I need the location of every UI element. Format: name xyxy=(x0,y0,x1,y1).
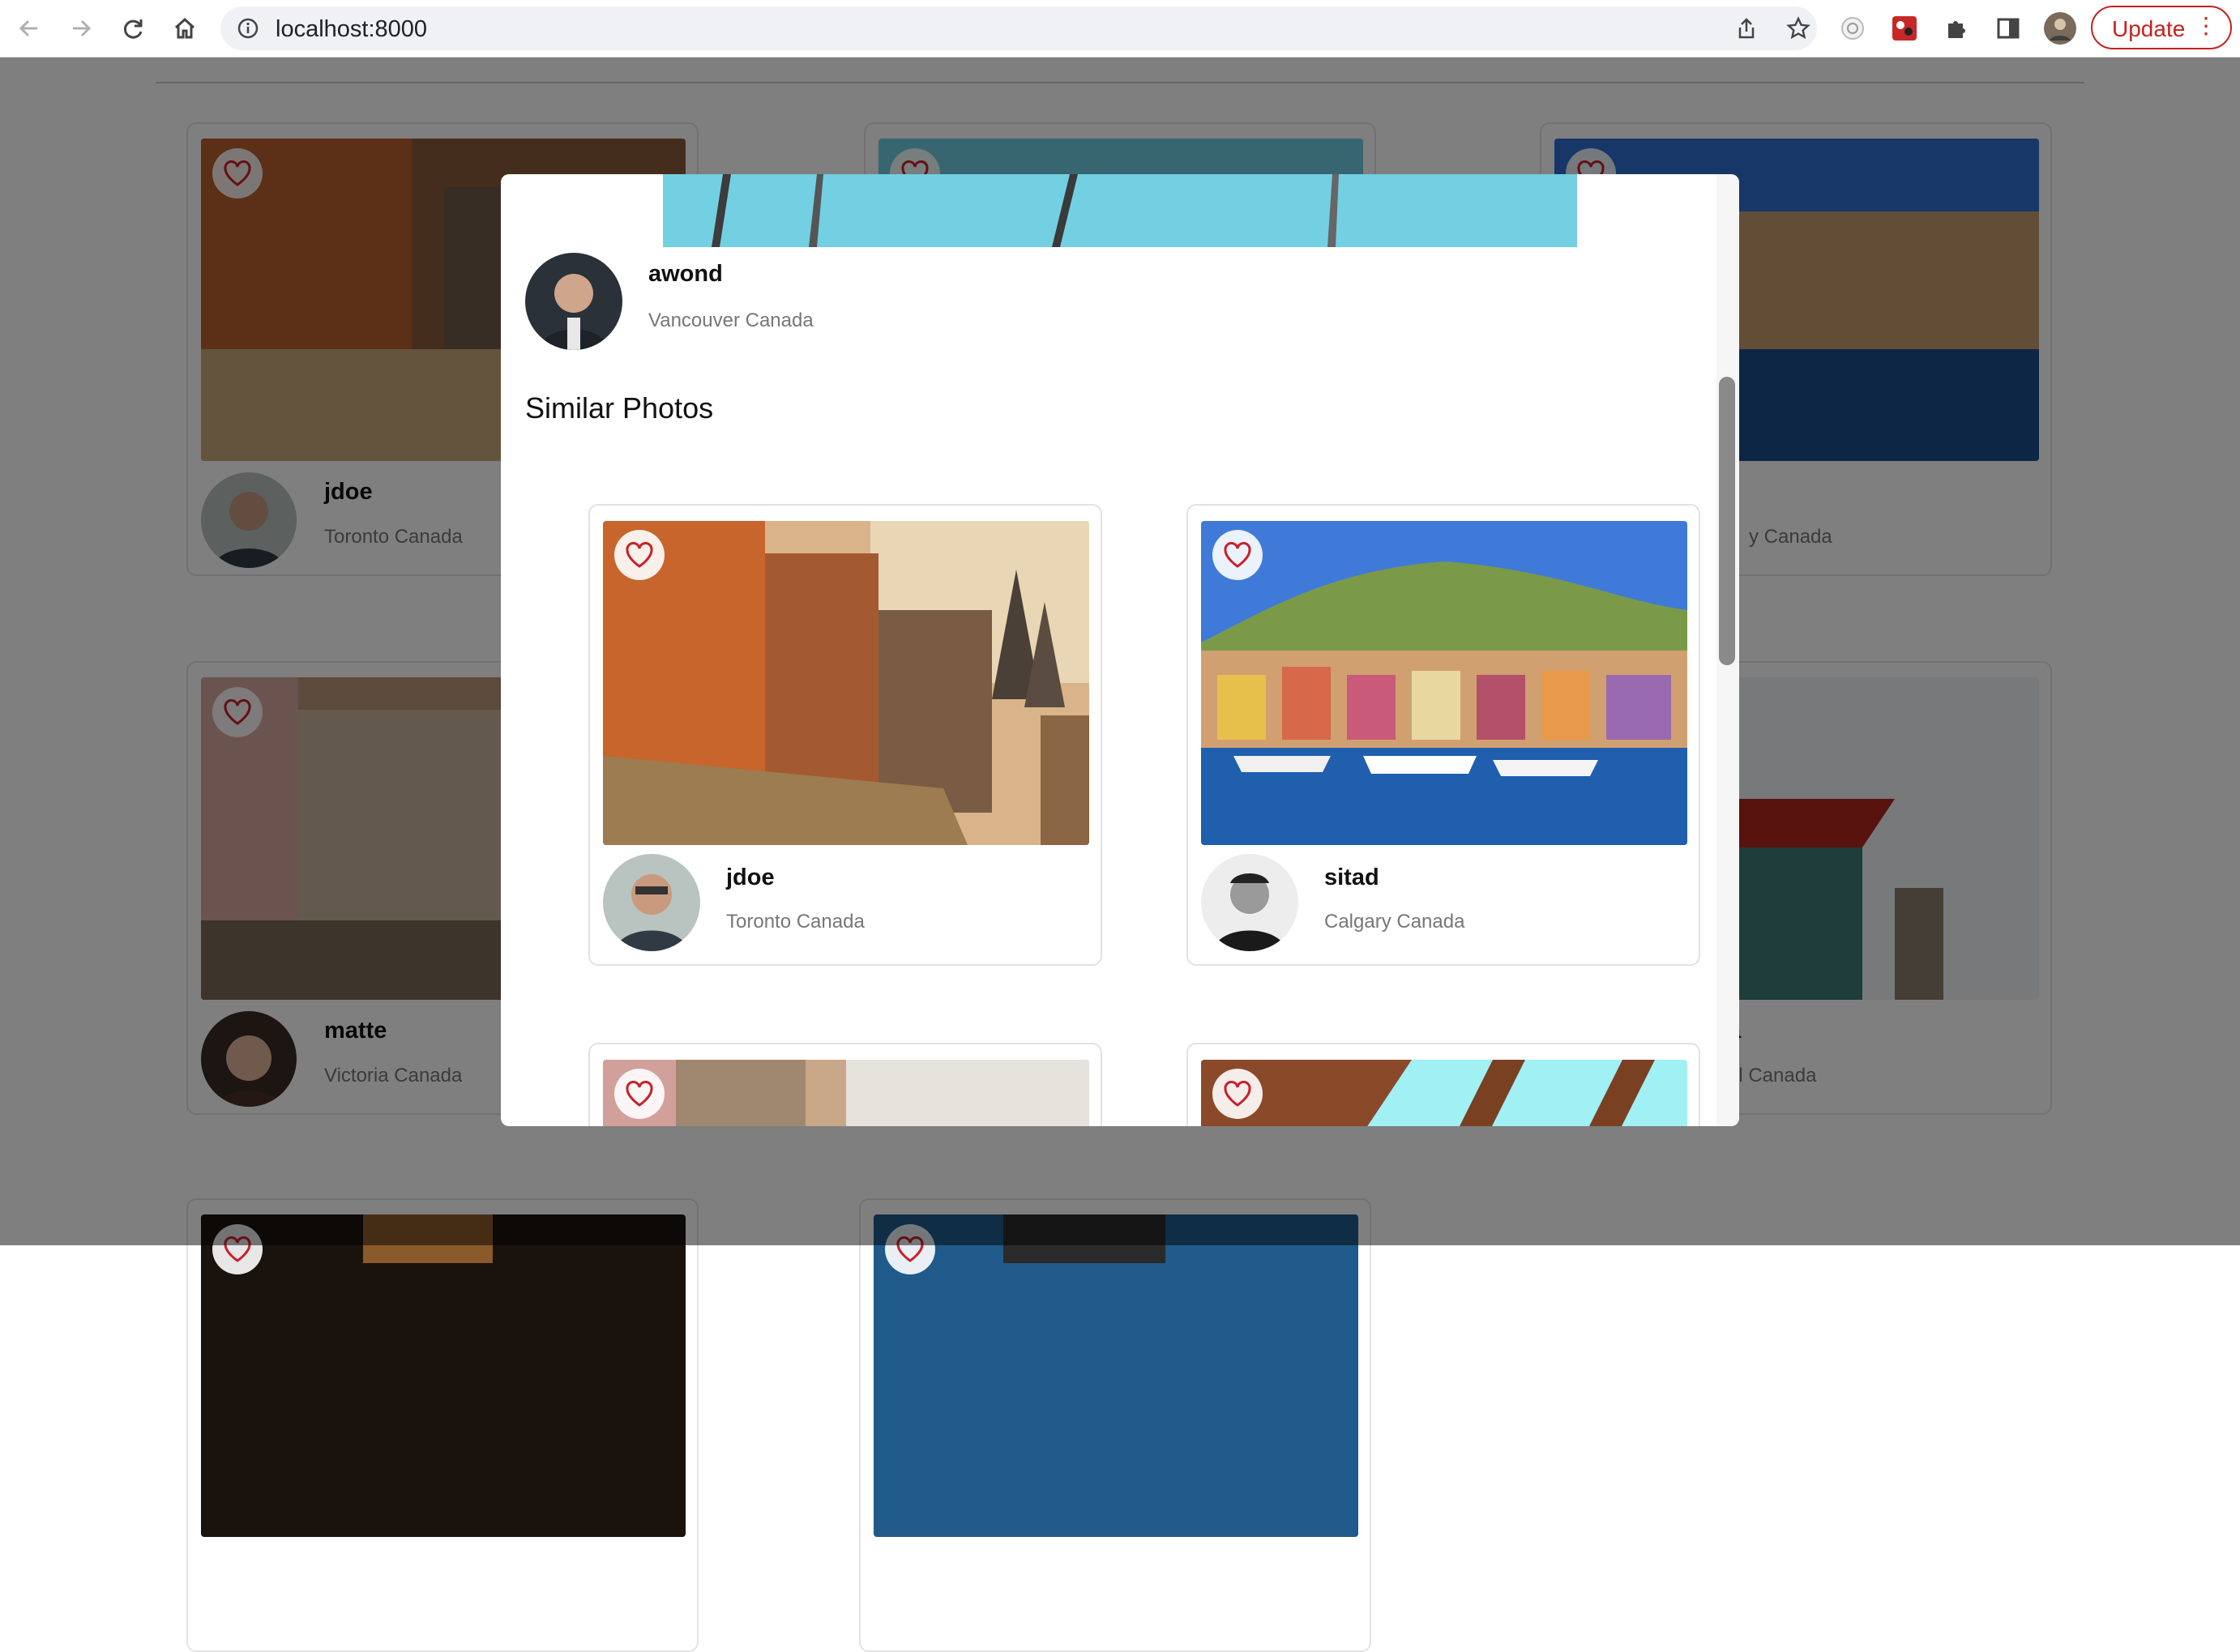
photo-modal: awond Vancouver Canada Similar Photos jd… xyxy=(501,174,1739,1126)
forward-icon[interactable] xyxy=(62,9,100,48)
profile-avatar[interactable] xyxy=(2041,9,2080,48)
similar-photos-heading: Similar Photos xyxy=(525,391,714,425)
info-icon[interactable] xyxy=(237,17,259,40)
similar-photo-card[interactable]: sitad Calgary Canada xyxy=(1186,504,1700,966)
star-icon[interactable] xyxy=(1786,16,1810,41)
puzzle-icon[interactable] xyxy=(1937,9,1976,48)
scrollbar-thumb[interactable] xyxy=(1719,377,1735,665)
photo-image[interactable] xyxy=(1201,521,1687,845)
photo-author-location: Calgary Canada xyxy=(1324,911,1465,933)
photo-card[interactable] xyxy=(186,1198,699,1652)
photo-image[interactable] xyxy=(1201,1060,1687,1126)
photo-card[interactable] xyxy=(859,1198,1371,1652)
browser-toolbar: localhost:8000 Update ⋮ xyxy=(0,0,2240,58)
back-icon[interactable] xyxy=(10,9,49,48)
photo-image[interactable] xyxy=(603,521,1089,845)
share-icon[interactable] xyxy=(1734,16,1759,41)
heart-icon[interactable] xyxy=(614,1069,665,1119)
heart-icon[interactable] xyxy=(614,530,665,580)
reload-icon[interactable] xyxy=(113,9,152,48)
extension-red-icon[interactable] xyxy=(1885,9,1924,48)
author-name: awond xyxy=(648,261,723,287)
extension-icon[interactable] xyxy=(1833,9,1872,48)
url-text[interactable]: localhost:8000 xyxy=(276,16,427,43)
photo-author-location: Toronto Canada xyxy=(726,911,865,933)
avatar xyxy=(603,854,700,951)
heart-icon[interactable] xyxy=(1212,1069,1263,1119)
heart-icon[interactable] xyxy=(1212,530,1263,580)
photo-image[interactable] xyxy=(874,1214,1358,1537)
menu-dots-icon[interactable]: ⋮ xyxy=(2195,14,2217,38)
sidepanel-icon[interactable] xyxy=(1989,9,2028,48)
photo-author-name: sitad xyxy=(1324,864,1379,890)
address-bar[interactable]: localhost:8000 xyxy=(220,6,1817,50)
home-icon[interactable] xyxy=(165,9,204,48)
similar-photo-card[interactable] xyxy=(1186,1043,1700,1126)
similar-photo-card[interactable] xyxy=(588,1043,1102,1126)
photo-image[interactable] xyxy=(201,1214,686,1537)
avatar xyxy=(1201,854,1298,951)
author-avatar xyxy=(525,253,622,350)
update-button[interactable]: Update ⋮ xyxy=(2091,6,2232,49)
photo-image[interactable] xyxy=(603,1060,1089,1126)
hero-photo xyxy=(663,174,1577,247)
photo-author-name: jdoe xyxy=(726,864,775,890)
similar-photo-card[interactable]: jdoe Toronto Canada xyxy=(588,504,1102,966)
author-location: Vancouver Canada xyxy=(648,309,814,331)
